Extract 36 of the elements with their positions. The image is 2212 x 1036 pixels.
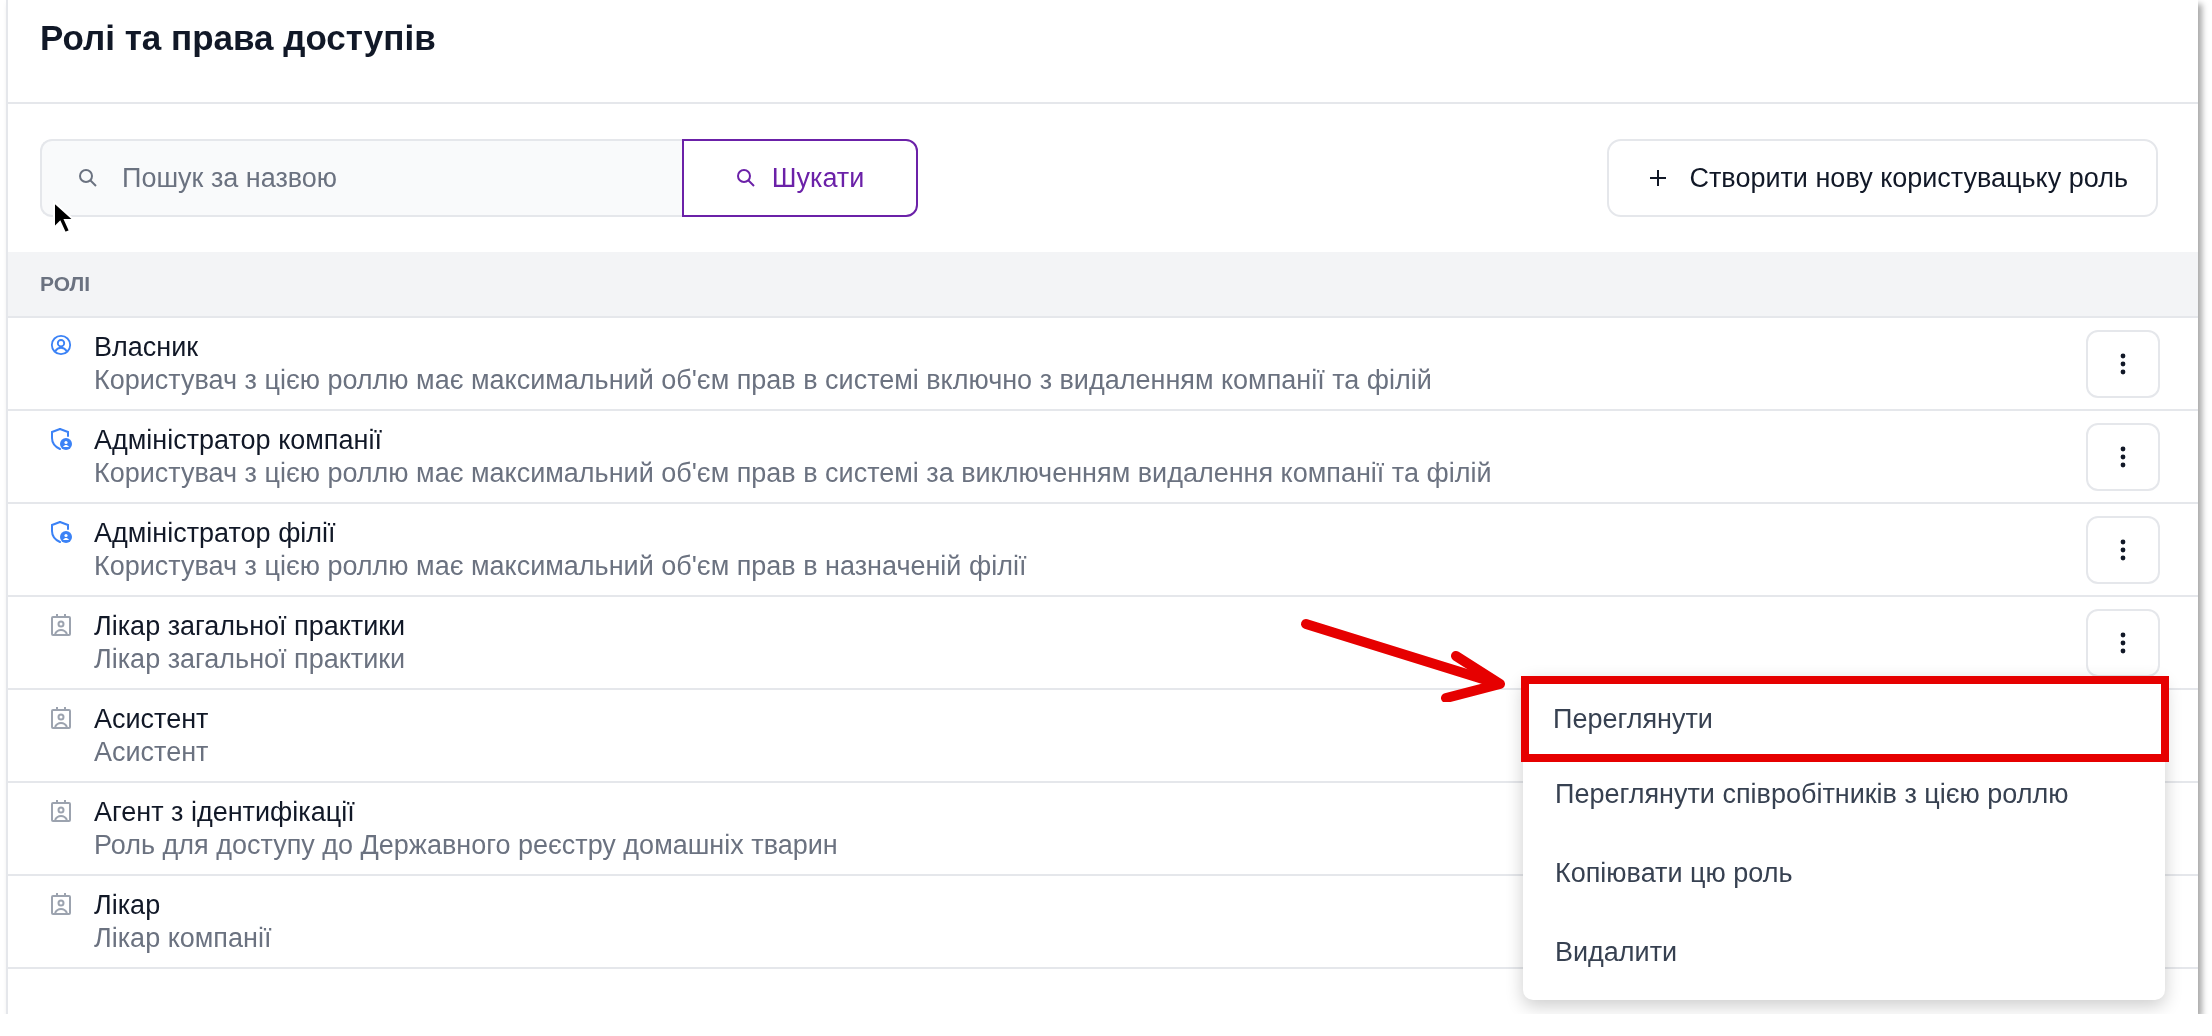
menu-item[interactable]: Копіювати цю роль [1523,834,2165,913]
kebab-icon [2120,445,2126,468]
id-badge-icon [50,892,72,916]
role-name: Лікар [94,888,161,922]
kebab-icon [2120,352,2126,375]
role-name: Власник [94,330,199,364]
role-name: Лікар загальної практики [94,609,406,643]
role-name: Адміністратор компанії [94,423,382,457]
kebab-icon [2120,538,2126,561]
role-description: Користувач з цією роллю має максимальний об'єм прав в назначеній філії [94,549,1027,583]
role-description: Лікар загальної практики [94,642,406,676]
id-badge-icon [50,706,72,730]
create-role-button[interactable]: Створити нову користувацьку роль [1607,139,2158,217]
plus-icon [1649,169,1668,187]
search-button[interactable]: Шукати [682,139,918,217]
role-description: Лікар компанії [94,921,272,955]
more-actions-button[interactable] [2086,608,2160,677]
role-description: Асистент [94,735,209,769]
role-description: Роль для доступу до Державного реєстру домашніх тварин [94,828,838,862]
role-name: Агент з ідентифікації [94,795,355,829]
section-header: РОЛІ [40,272,91,296]
menu-item[interactable]: Переглянути [1521,676,2169,762]
id-badge-icon [50,799,72,823]
shield-user-icon [50,520,72,544]
search-field[interactable]: Пошук за назвою [40,139,682,217]
page-title: Ролі та права доступів [8,0,2198,104]
user-circle-icon [50,334,72,356]
role-name: Асистент [94,702,209,736]
role-description: Користувач з цією роллю має максимальний об'єм прав в системі за виключенням видалення компанії та філій [94,456,1492,490]
id-badge-icon [50,613,72,637]
role-name: Адміністратор філії [94,516,336,550]
shield-user-icon [50,427,72,451]
kebab-icon [2120,631,2126,654]
search-icon [735,168,756,188]
menu-item[interactable]: Видалити [1523,913,2165,992]
role-description: Користувач з цією роллю має максимальний об'єм прав в системі включно з видаленням компанії та філій [94,363,1432,397]
